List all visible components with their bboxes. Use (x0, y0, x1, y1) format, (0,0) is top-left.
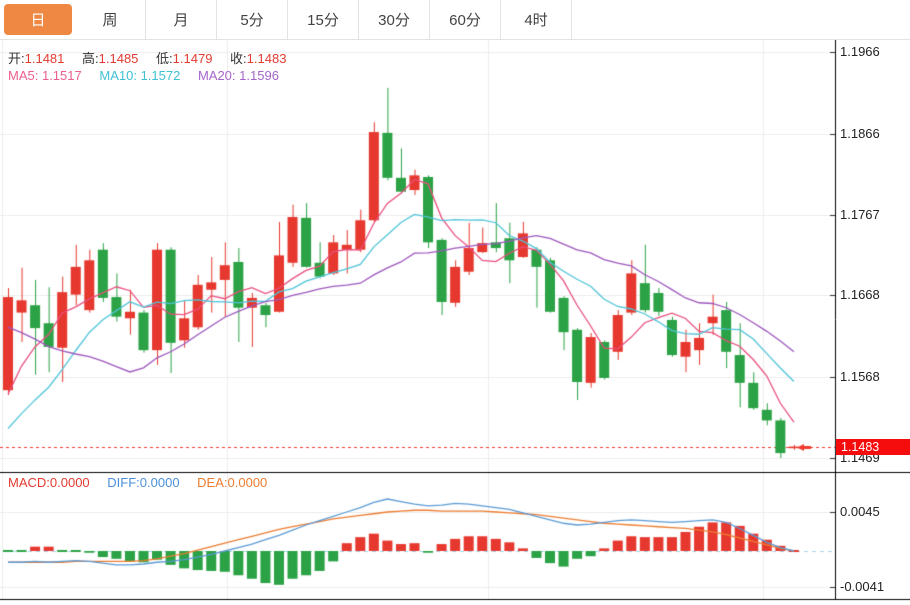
ma10-readout: MA10: 1.1572 (99, 68, 180, 83)
tab-5min[interactable]: 5分 (217, 0, 288, 39)
timeframe-tabbar: 日 周 月 5分 15分 30分 60分 4时 (0, 0, 910, 40)
open-readout: 开:1.1481 (8, 51, 64, 66)
tab-4hour[interactable]: 4时 (501, 0, 572, 39)
trading-chart-app: 日 周 月 5分 15分 30分 60分 4时 开:1.1481 高:1.148… (0, 0, 910, 605)
current-price-badge: 1.1483 (836, 439, 910, 455)
macd-legend: MACD:0.0000 DIFF:0.0000 DEA:0.0000 (8, 475, 281, 490)
ma20-readout: MA20: 1.1596 (198, 68, 279, 83)
ma-legend: MA5: 1.1517 MA10: 1.1572 MA20: 1.1596 (8, 68, 293, 83)
tab-week[interactable]: 周 (75, 0, 146, 39)
tab-15min[interactable]: 15分 (288, 0, 359, 39)
tab-60min[interactable]: 60分 (430, 0, 501, 39)
axis-tick-label: 1.1668 (840, 287, 880, 302)
ma5-readout: MA5: 1.1517 (8, 68, 82, 83)
close-readout: 收:1.1483 (230, 51, 286, 66)
axis-tick-label: -0.0041 (840, 579, 884, 594)
tab-day[interactable]: 日 (4, 4, 72, 35)
axis-tick-label: 0.0045 (840, 504, 880, 519)
axis-tick-label: 1.1966 (840, 44, 880, 59)
diff-readout: DIFF:0.0000 (107, 475, 179, 490)
tab-30min[interactable]: 30分 (359, 0, 430, 39)
macd-readout: MACD:0.0000 (8, 475, 90, 490)
tab-month[interactable]: 月 (146, 0, 217, 39)
axis-tick-label: 1.1568 (840, 369, 880, 384)
candlestick-macd-chart[interactable] (0, 40, 910, 605)
dea-readout: DEA:0.0000 (197, 475, 267, 490)
low-readout: 低:1.1479 (156, 51, 212, 66)
axis-tick-label: 1.1866 (840, 126, 880, 141)
ohlc-legend: 开:1.1481 高:1.1485 低:1.1479 收:1.1483 (8, 48, 300, 67)
axis-tick-label: 1.1767 (840, 207, 880, 222)
high-readout: 高:1.1485 (82, 51, 138, 66)
